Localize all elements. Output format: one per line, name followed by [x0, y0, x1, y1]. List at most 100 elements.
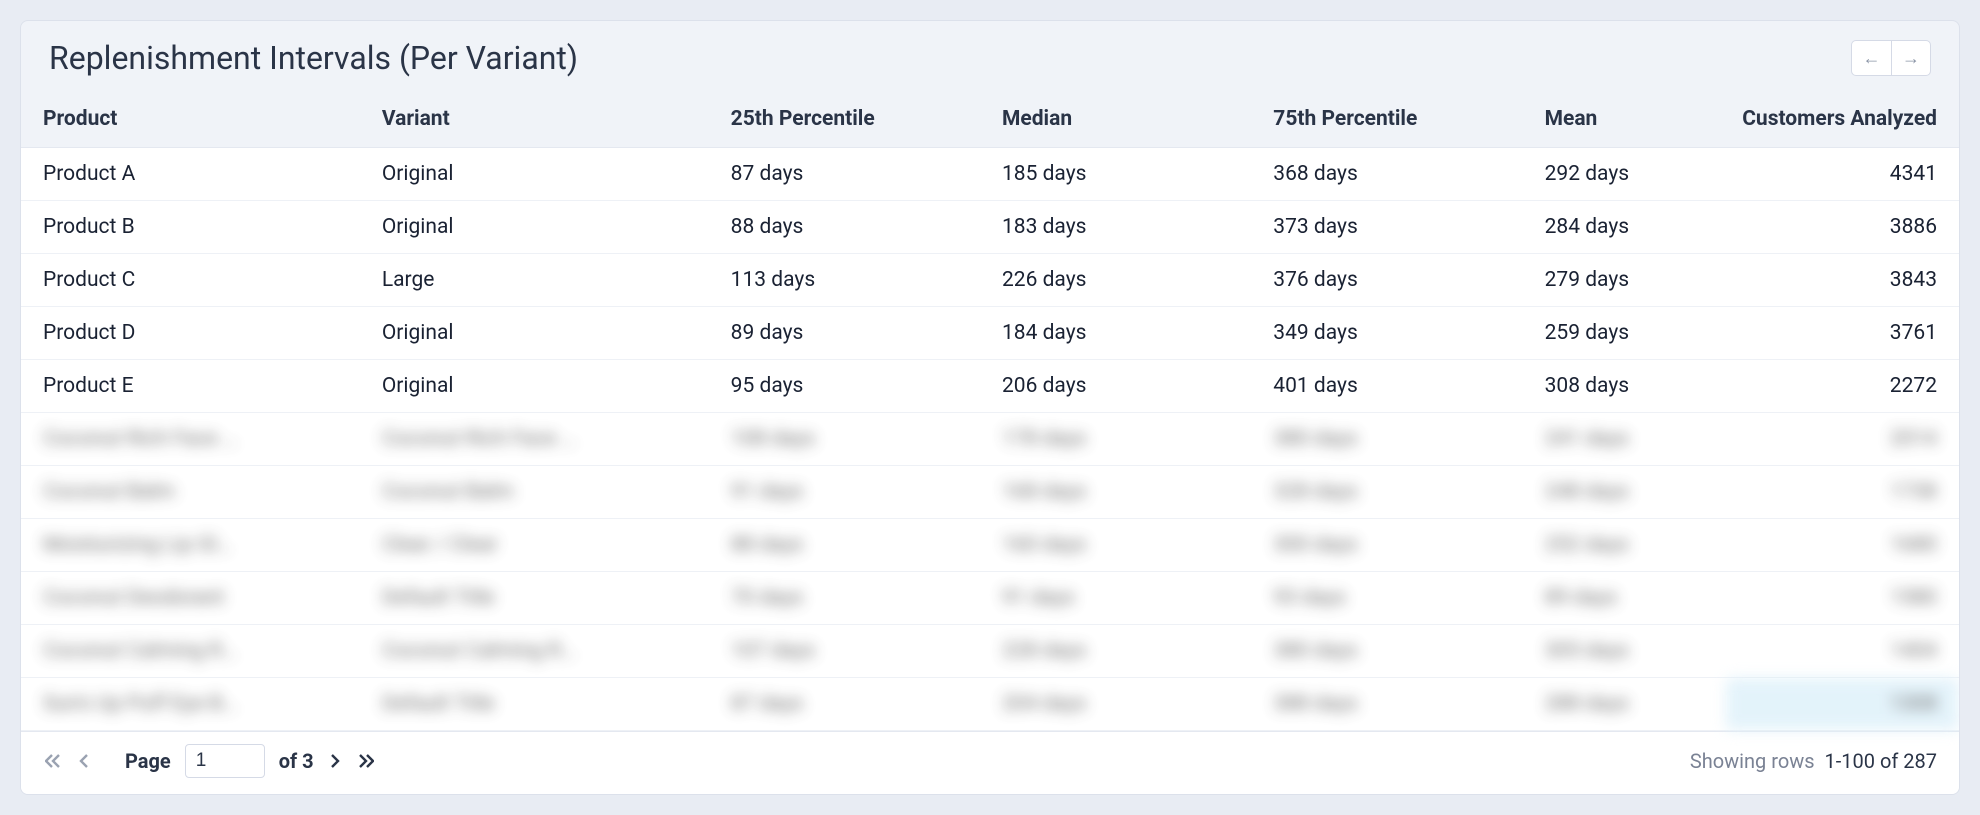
showing-range: 1-100 of 287 — [1825, 749, 1938, 773]
cell-customers: 1308 — [1726, 678, 1959, 731]
showing-prefix: Showing rows — [1690, 749, 1815, 773]
cell-p75: 373 days — [1261, 201, 1532, 254]
prev-page-button[interactable] — [77, 752, 91, 770]
page-input[interactable] — [185, 744, 265, 778]
chevron-double-right-icon — [358, 754, 374, 768]
table-row[interactable]: Coconut Calming R…Coconut Calming R…107 … — [21, 625, 1959, 678]
cell-mean: 252 days — [1533, 519, 1727, 572]
col-header-p25[interactable]: 25th Percentile — [719, 91, 990, 148]
cell-p25: 113 days — [719, 254, 990, 307]
cell-customers: 2272 — [1726, 360, 1959, 413]
page-label: Page — [125, 749, 171, 773]
table-row[interactable]: Coconut BalmCoconut Balm91 days168 days3… — [21, 466, 1959, 519]
cell-product: Coconut Rich Face … — [21, 413, 370, 466]
cell-customers: 1404 — [1726, 625, 1959, 678]
cell-p25: 91 days — [719, 466, 990, 519]
cell-p75: 401 days — [1261, 360, 1532, 413]
table-row[interactable]: Product CLarge113 days226 days376 days27… — [21, 254, 1959, 307]
last-page-button[interactable] — [356, 752, 376, 770]
next-page-button[interactable] — [328, 752, 342, 770]
arrow-left-icon: ← — [1863, 48, 1881, 69]
cell-p25: 88 days — [719, 519, 990, 572]
cell-variant: Default Title — [370, 572, 719, 625]
cell-variant: Original — [370, 360, 719, 413]
cell-median: 206 days — [990, 360, 1261, 413]
cell-median: 228 days — [990, 625, 1261, 678]
chevron-double-left-icon — [45, 754, 61, 768]
cell-p25: 89 days — [719, 307, 990, 360]
table-row[interactable]: Product EOriginal95 days206 days401 days… — [21, 360, 1959, 413]
cell-p75: 368 days — [1261, 148, 1532, 201]
table-row[interactable]: Coconut DeodorantDefault Title70 days91 … — [21, 572, 1959, 625]
cell-mean: 241 days — [1533, 413, 1727, 466]
col-header-p75[interactable]: 75th Percentile — [1261, 91, 1532, 148]
cell-product: Product D — [21, 307, 370, 360]
cell-customers: 3886 — [1726, 201, 1959, 254]
cell-product: Product B — [21, 201, 370, 254]
paginator: Page of 3 — [43, 744, 376, 778]
table-row[interactable]: Product DOriginal89 days184 days349 days… — [21, 307, 1959, 360]
col-header-mean[interactable]: Mean — [1533, 91, 1727, 148]
table-row[interactable]: Coconut Rich Face …Coconut Rich Face …10… — [21, 413, 1959, 466]
table-row[interactable]: Product AOriginal87 days185 days368 days… — [21, 148, 1959, 201]
cell-p25: 88 days — [719, 201, 990, 254]
chevron-left-icon — [79, 754, 89, 768]
cell-p75: 349 days — [1261, 307, 1532, 360]
cell-variant: Clear / Clear — [370, 519, 719, 572]
cell-median: 178 days — [990, 413, 1261, 466]
cell-mean: 89 days — [1533, 572, 1727, 625]
first-page-button[interactable] — [43, 752, 63, 770]
cell-median: 183 days — [990, 201, 1261, 254]
cell-customers: 3761 — [1726, 307, 1959, 360]
cell-mean: 288 days — [1533, 678, 1727, 731]
cell-mean: 279 days — [1533, 254, 1727, 307]
cell-variant: Default Title — [370, 678, 719, 731]
cell-p25: 87 days — [719, 678, 990, 731]
cell-median: 226 days — [990, 254, 1261, 307]
replenishment-panel: Replenishment Intervals (Per Variant) ← … — [20, 20, 1960, 795]
scroll-right-button[interactable]: → — [1891, 40, 1931, 76]
cell-variant: Coconut Balm — [370, 466, 719, 519]
table-row[interactable]: Product BOriginal88 days183 days373 days… — [21, 201, 1959, 254]
cell-median: 185 days — [990, 148, 1261, 201]
cell-customers: 1580 — [1726, 572, 1959, 625]
cell-median: 168 days — [990, 466, 1261, 519]
col-header-product[interactable]: Product — [21, 91, 370, 148]
nav-arrows: ← → — [1851, 40, 1931, 76]
cell-product: Moisturizing Lip Gl… — [21, 519, 370, 572]
cell-median: 91 days — [990, 572, 1261, 625]
showing-rows: Showing rows 1-100 of 287 — [1690, 749, 1937, 773]
cell-variant: Original — [370, 307, 719, 360]
table-header-row: Product Variant 25th Percentile Median 7… — [21, 91, 1959, 148]
cell-p25: 95 days — [719, 360, 990, 413]
col-header-customers[interactable]: Customers Analyzed — [1726, 91, 1959, 148]
table-row[interactable]: Moisturizing Lip Gl…Clear / Clear88 days… — [21, 519, 1959, 572]
cell-customers: 1680 — [1726, 519, 1959, 572]
cell-product: Product C — [21, 254, 370, 307]
col-header-variant[interactable]: Variant — [370, 91, 719, 148]
table-footer: Page of 3 Showing rows 1-100 of 287 — [21, 731, 1959, 794]
cell-p75: 376 days — [1261, 254, 1532, 307]
table-row[interactable]: Sun's Up Puff Eye B…Default Title87 days… — [21, 678, 1959, 731]
scroll-left-button[interactable]: ← — [1851, 40, 1891, 76]
cell-p75: 380 days — [1261, 625, 1532, 678]
cell-variant: Large — [370, 254, 719, 307]
cell-p25: 87 days — [719, 148, 990, 201]
cell-median: 184 days — [990, 307, 1261, 360]
table-wrapper: Product Variant 25th Percentile Median 7… — [21, 91, 1959, 794]
cell-mean: 259 days — [1533, 307, 1727, 360]
cell-p75: 328 days — [1261, 466, 1532, 519]
col-header-median[interactable]: Median — [990, 91, 1261, 148]
cell-product: Coconut Balm — [21, 466, 370, 519]
cell-p75: 380 days — [1261, 413, 1532, 466]
cell-variant: Coconut Calming R… — [370, 625, 719, 678]
cell-product: Product E — [21, 360, 370, 413]
cell-customers: 1738 — [1726, 466, 1959, 519]
cell-mean: 284 days — [1533, 201, 1727, 254]
cell-variant: Original — [370, 148, 719, 201]
cell-variant: Coconut Rich Face … — [370, 413, 719, 466]
cell-customers: 4341 — [1726, 148, 1959, 201]
cell-p25: 108 days — [719, 413, 990, 466]
cell-median: 204 days — [990, 678, 1261, 731]
cell-p25: 107 days — [719, 625, 990, 678]
